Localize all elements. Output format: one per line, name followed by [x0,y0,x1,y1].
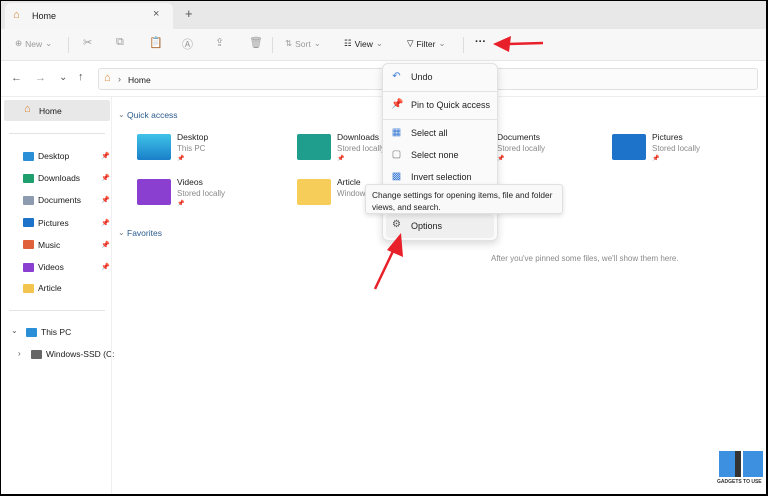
watermark-text: GADGETS TO USE [717,479,762,485]
red-arrow-icon [373,233,403,290]
file-explorer-window: ⌂ Home × + ⊕ New ⌄ ✂ ⧉ 📋 Ⓐ ⇪ 🗑 ⇅ Sort ⌄ ☷ Vie… [1,1,766,494]
gadgets-to-use-logo: GADGETS TO USE [717,449,765,489]
annotation-arrows [373,36,544,290]
red-arrow-icon [493,36,544,52]
